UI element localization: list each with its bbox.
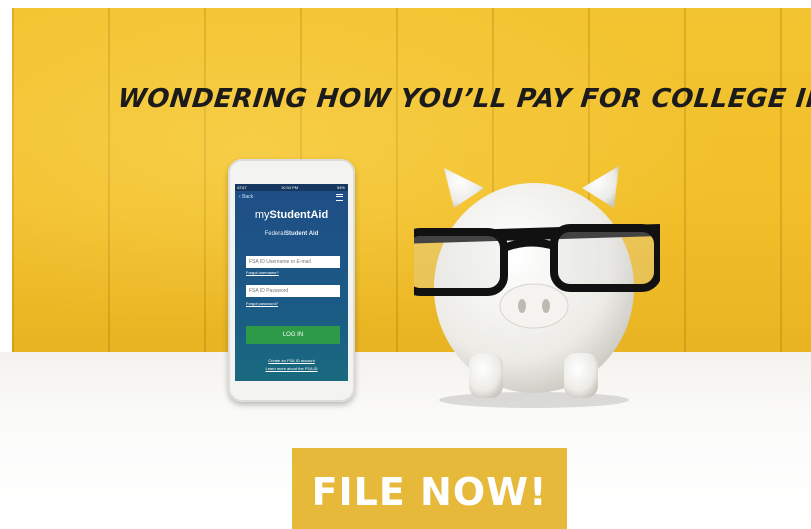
fsa-prefix: Federal (264, 231, 285, 237)
status-carrier: AT&T (237, 185, 247, 190)
brand-name: StudentAid (269, 209, 329, 221)
mystudentaid-logo: myStudentAid (235, 209, 348, 221)
create-account-link[interactable]: Create an FSA ID account (235, 358, 348, 363)
brand-prefix: my (254, 209, 270, 221)
file-now-button[interactable]: FILE NOW! (292, 448, 567, 529)
smartphone: AT&T 10:34 PM 54% ‹ Back myStudentAid Fe… (228, 159, 355, 402)
back-label: Back (242, 194, 254, 200)
status-battery: 54% (336, 185, 345, 190)
back-button[interactable]: ‹ Back (239, 194, 253, 200)
password-input[interactable] (246, 285, 340, 297)
phone-status-bar: AT&T 10:34 PM 54% (235, 184, 348, 191)
learn-more-link[interactable]: Learn more about the FSA ID (235, 366, 348, 371)
hero-banner: WONDERING HOW YOU’LL PAY FOR COLLEGE IN … (0, 0, 811, 529)
forgot-username-link[interactable]: Forgot username? (246, 270, 279, 275)
status-time: 10:34 PM (281, 185, 299, 190)
piggy-bank-illustration (414, 166, 660, 408)
forgot-password-link[interactable]: Forgot password? (246, 301, 278, 306)
fsa-name: Student Aid (284, 231, 319, 237)
menu-icon[interactable] (336, 194, 343, 201)
phone-screen: AT&T 10:34 PM 54% ‹ Back myStudentAid Fe… (235, 184, 348, 381)
login-button[interactable]: LOG IN (246, 326, 340, 344)
wall-highlight (12, 8, 811, 360)
headline: WONDERING HOW YOU’LL PAY FOR COLLEGE IN … (116, 84, 811, 114)
username-input[interactable] (246, 256, 340, 268)
federal-student-aid-logo: FederalStudent Aid (235, 231, 348, 237)
